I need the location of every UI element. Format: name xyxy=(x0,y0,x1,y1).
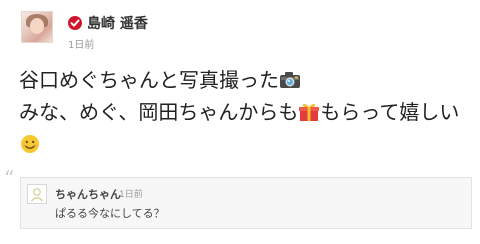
quote-mark: “ xyxy=(4,166,15,190)
author-avatar[interactable] xyxy=(21,11,53,43)
post-line-2-text: みな、めぐ、岡田ちゃんからも xyxy=(19,100,299,124)
camera-icon xyxy=(279,67,301,88)
comment-author[interactable]: ちゃんちゃん xyxy=(55,186,121,202)
post-timestamp[interactable]: 1日前 xyxy=(68,36,94,51)
post-line-2: みな、めぐ、岡田ちゃんからも もらって嬉しい xyxy=(19,96,474,128)
post-line-1-text: 谷口めぐちゃんと写真撮った xyxy=(19,68,279,92)
post-line-4 xyxy=(19,128,474,160)
comment-timestamp: 1日前 xyxy=(119,190,143,200)
avatar-face xyxy=(30,18,44,34)
comment-text: ぱるる今なにしてる？ xyxy=(55,207,165,220)
post-card: 島崎 遥香 1日前 谷口めぐちゃんと写真撮った みな、めぐ、岡田ちゃんからも も… xyxy=(0,0,480,244)
smile-icon xyxy=(19,131,41,153)
default-avatar-icon[interactable] xyxy=(27,184,47,204)
post-body: 谷口めぐちゃんと写真撮った みな、めぐ、岡田ちゃんからも もらって嬉しい xyxy=(19,64,474,160)
post-line-3-text: もらって嬉しい xyxy=(320,100,460,124)
post-line-1: 谷口めぐちゃんと写真撮った xyxy=(19,64,474,96)
gift-icon xyxy=(298,99,320,121)
comment-item: ちゃんちゃん 1日前 ぱるる今なにしてる？ xyxy=(20,177,472,229)
verified-check-icon xyxy=(68,16,82,30)
author-name[interactable]: 島崎 遥香 xyxy=(87,13,148,33)
